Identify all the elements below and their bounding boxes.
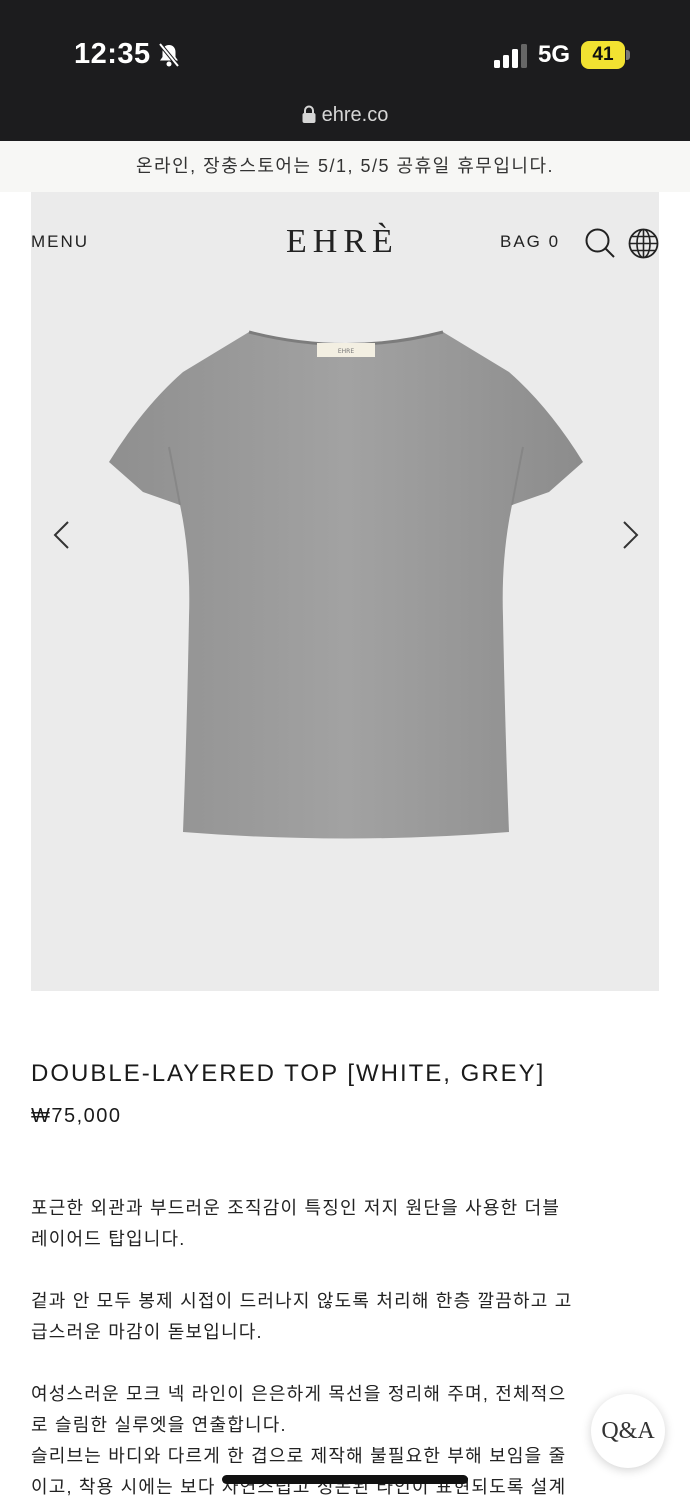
product-gallery[interactable]: MENU EHRÈ BAG 0 EHRE — [31, 192, 659, 991]
home-indicator[interactable] — [222, 1475, 468, 1484]
description-paragraph: 겉과 안 모두 봉제 시접이 드러나지 않도록 처리해 한층 깔끔하고 고 급스… — [31, 1291, 573, 1342]
product-image: EHRE — [109, 330, 583, 839]
url-domain: ehre.co — [321, 104, 389, 126]
menu-button[interactable]: MENU — [31, 232, 89, 252]
globe-icon[interactable] — [628, 228, 659, 259]
battery-icon: 41 — [581, 41, 631, 69]
product-description: 포근한 외관과 부드러운 조직감이 특징인 저지 원단을 사용한 더블 레이어드… — [31, 1193, 651, 1500]
chevron-left-icon[interactable] — [51, 520, 73, 550]
search-icon[interactable] — [585, 228, 615, 258]
description-paragraph: 포근한 외관과 부드러운 조직감이 특징인 저지 원단을 사용한 더블 레이어드… — [31, 1198, 561, 1249]
chevron-right-icon[interactable] — [619, 520, 641, 550]
brand-logo[interactable]: EHRÈ — [286, 223, 399, 261]
clock: 12:35 — [74, 38, 151, 70]
product-title: DOUBLE-LAYERED TOP [WHITE, GREY] — [31, 1060, 546, 1087]
status-bar: 12:35 5G 41 ehre.co — [0, 0, 690, 141]
announcement-banner: 온라인, 장충스토어는 5/1, 5/5 공휴일 휴무입니다. — [0, 141, 690, 192]
svg-text:EHRE: EHRE — [338, 348, 354, 355]
cellular-signal-icon — [494, 44, 527, 68]
qa-button[interactable]: Q&A — [591, 1394, 665, 1468]
lock-icon — [302, 105, 316, 123]
battery-level: 41 — [581, 41, 625, 69]
url-bar[interactable]: ehre.co — [0, 104, 690, 138]
product-price: ₩75,000 — [31, 1105, 122, 1127]
bell-slash-icon — [158, 42, 180, 68]
bag-button[interactable]: BAG 0 — [500, 232, 560, 252]
network-type: 5G — [538, 41, 571, 68]
